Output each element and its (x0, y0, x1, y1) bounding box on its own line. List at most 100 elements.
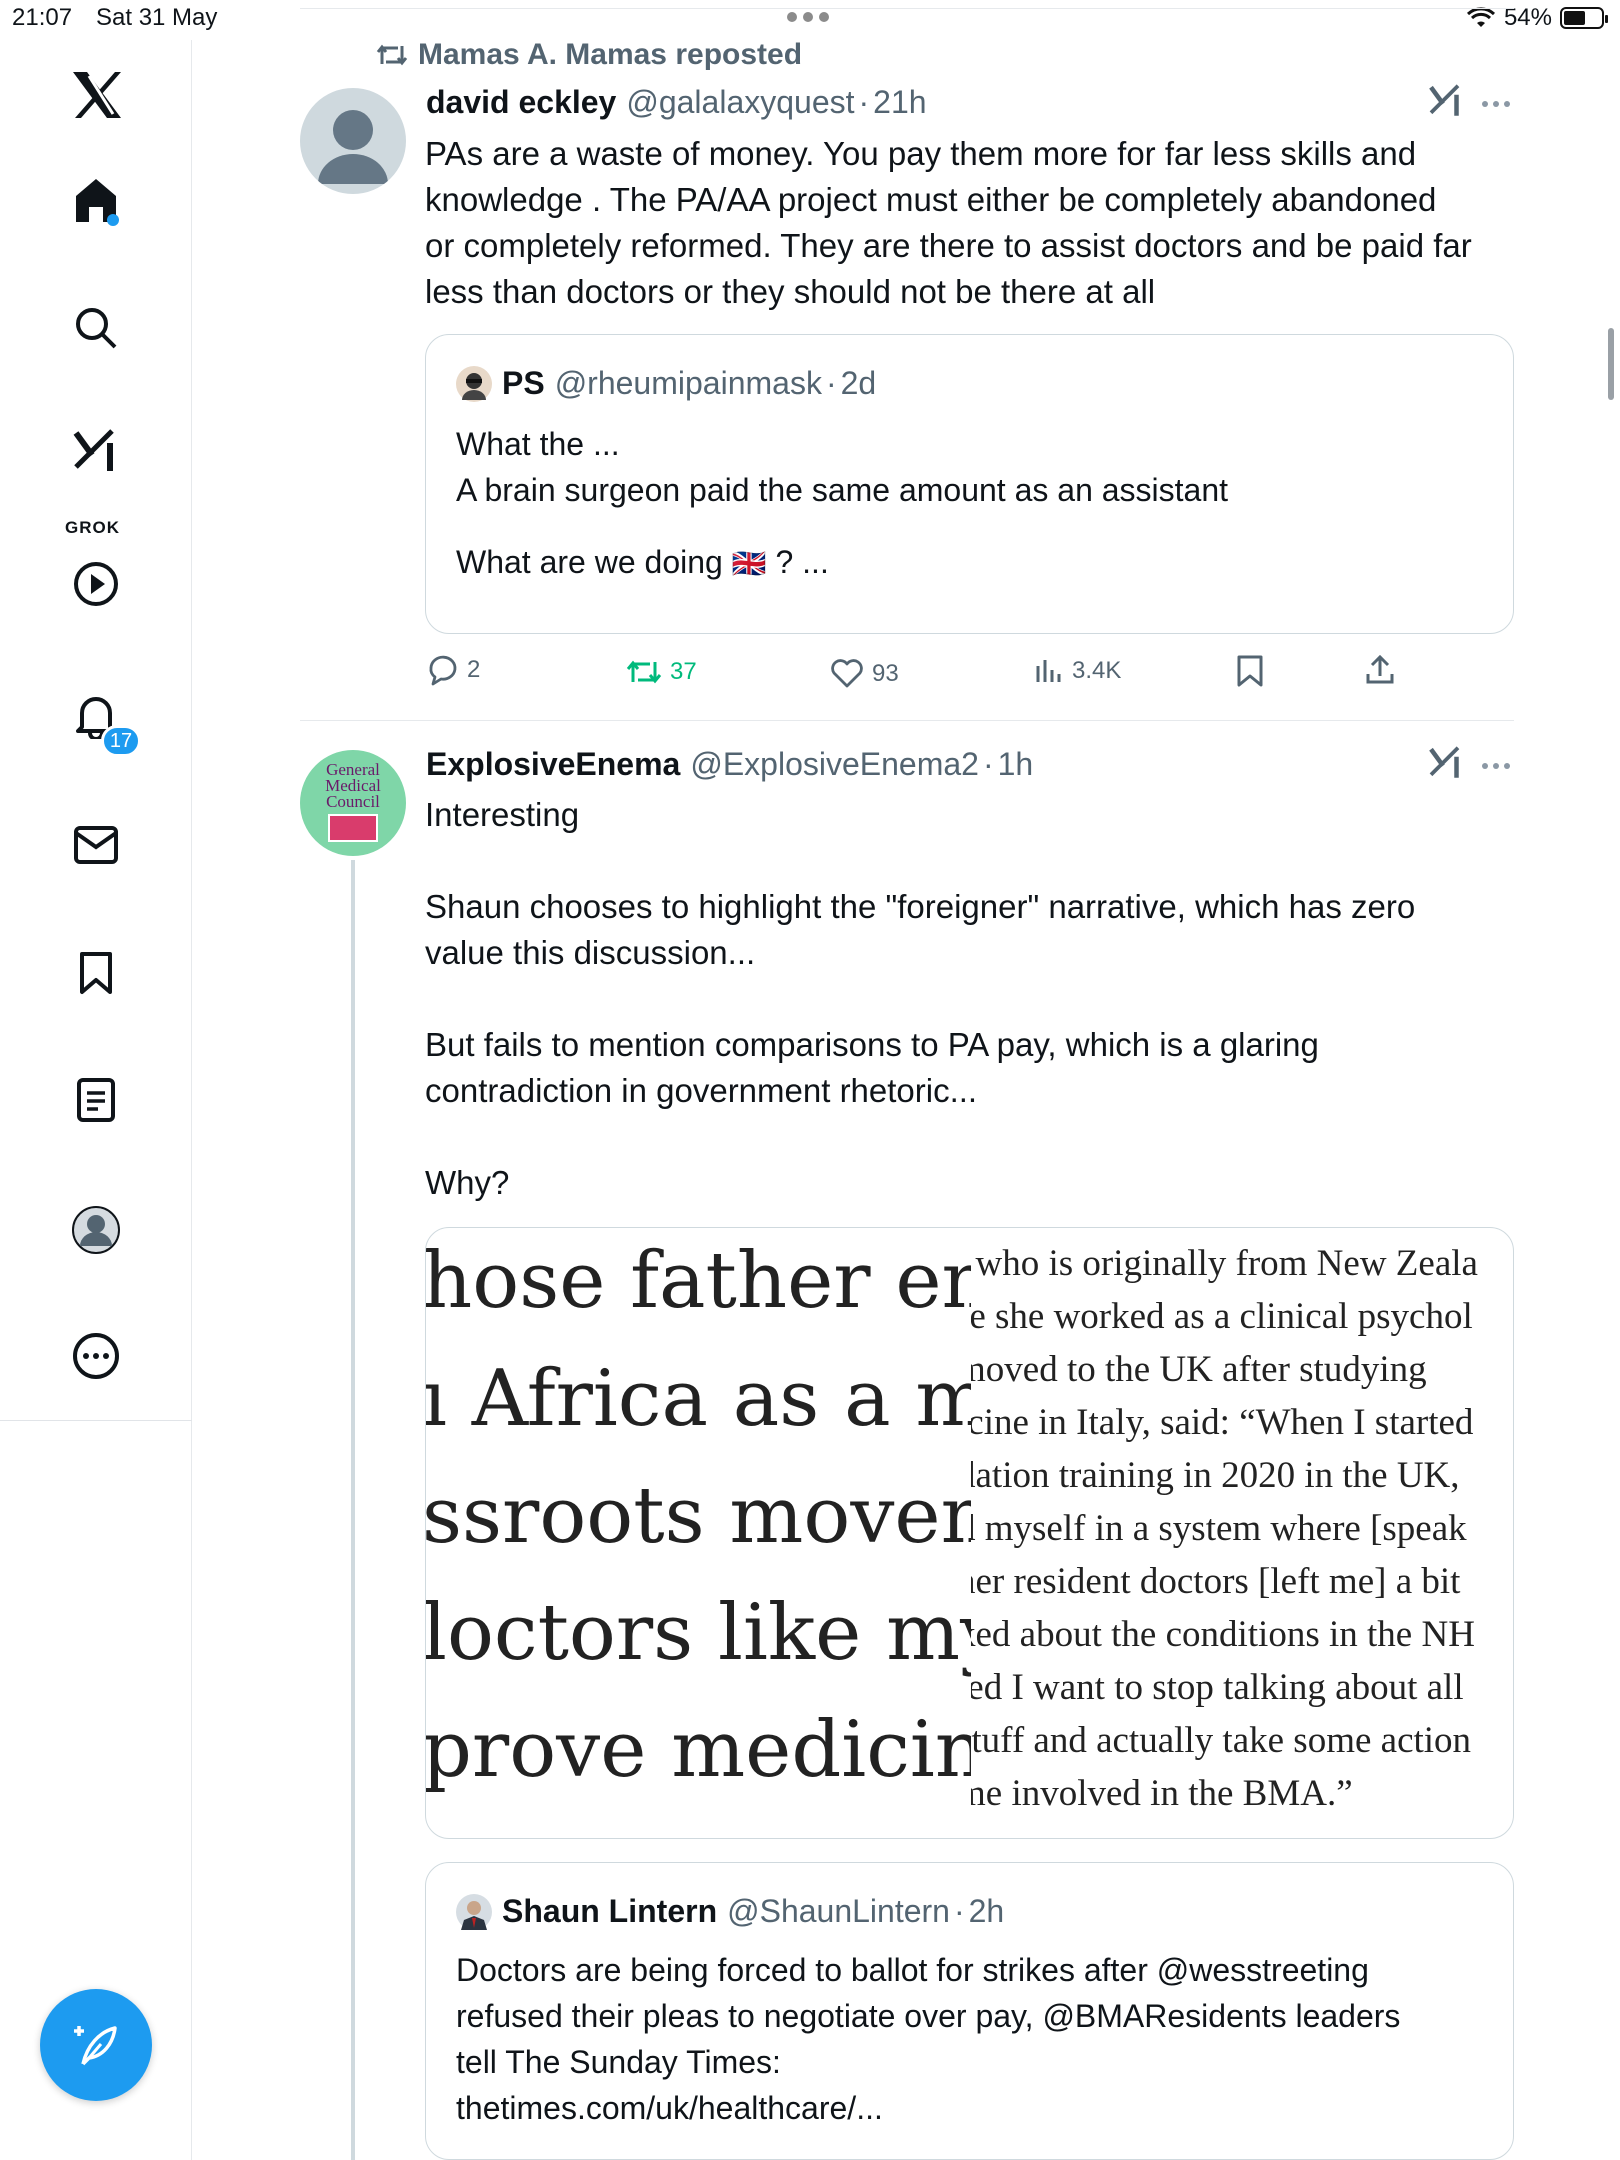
quoted-text-line: A brain surgeon paid the same amount as … (456, 472, 1229, 508)
tweet-time[interactable]: 21h (873, 84, 926, 121)
quoted-tweet-time: 2h (968, 1893, 1005, 1929)
reply-icon (429, 655, 457, 686)
article-small-line: her resident doctors [left me] a bit (971, 1561, 1461, 1602)
more-options-icon[interactable] (70, 1330, 122, 1382)
quoted-tweet-header: PS @rheumipainmask · 2d (456, 365, 876, 402)
share-upload-icon (1366, 654, 1394, 684)
status-date: Sat 31 May (96, 4, 218, 31)
tweet-header: ExplosiveEnema @ExplosiveEnema2 · 1h (426, 746, 1033, 783)
sidebar-divider (0, 1420, 192, 1421)
article-small-line: moved to the UK after studying (971, 1349, 1427, 1390)
quoted-text-line: tell The Sunday Times: (456, 2044, 781, 2080)
quoted-author-name: Shaun Lintern (502, 1893, 718, 1929)
views-button[interactable]: 3.4K (1034, 656, 1121, 686)
quoted-text-line: refused their pleas to negotiate over pa… (456, 1998, 1401, 2034)
profile-avatar-icon[interactable] (70, 1204, 122, 1256)
tweet-time[interactable]: 1h (998, 746, 1034, 783)
tweet-more-icon[interactable] (1482, 101, 1510, 107)
tweet-text: PAs are a waste of money. You pay them m… (425, 131, 1515, 315)
avatar-text-line: Council (326, 792, 380, 811)
video-play-icon[interactable] (72, 560, 120, 608)
author-name[interactable]: ExplosiveEnema (426, 746, 680, 783)
views-chart-icon (1036, 660, 1061, 682)
tweet-text-line: or completely reformed. They are there t… (425, 227, 1472, 264)
article-small-line: ked about the conditions in the NH (971, 1614, 1475, 1655)
repost-indicator[interactable]: Mamas A. Mamas reposted (376, 38, 802, 72)
quoted-tweet-card[interactable]: PS @rheumipainmask · 2d What the ... A b… (425, 334, 1514, 634)
messages-envelope-icon[interactable] (72, 823, 120, 867)
header-separator: · (858, 84, 870, 120)
repost-label: Mamas A. Mamas reposted (418, 38, 803, 71)
article-small-line: re she worked as a clinical psychol (971, 1296, 1473, 1337)
quoted-tweet-text: What the ... A brain surgeon paid the sa… (456, 421, 1486, 587)
attached-article-image[interactable]: hose father emi ı Africa as a me ssroots… (425, 1227, 1514, 1839)
uk-flag-emoji: 🇬🇧 (731, 548, 767, 579)
article-large-line: loctors like mys (426, 1588, 971, 1678)
grok-icon[interactable] (70, 426, 122, 474)
quoted-author-avatar (456, 365, 492, 402)
lists-icon[interactable] (74, 1076, 118, 1124)
quoted-author-avatar (456, 1893, 492, 1930)
share-button[interactable] (1364, 654, 1396, 686)
grok-label: GROK (65, 518, 120, 537)
compose-post-button[interactable] (40, 1989, 152, 2101)
article-small-line: d myself in a system where [speak (971, 1508, 1467, 1549)
quoted-tweet-time: 2d (840, 365, 877, 401)
quoted-text-fragment: What are we doing (456, 544, 723, 580)
tweet-text-line: Why? (425, 1164, 510, 1201)
feed-top-border (300, 8, 1514, 9)
article-large-line: ı Africa as a me (426, 1354, 971, 1444)
notifications-badge: 17 (101, 725, 141, 757)
bookmark-icon[interactable] (76, 948, 116, 998)
search-icon[interactable] (70, 302, 122, 354)
wifi-icon (1466, 7, 1495, 27)
grok-explain-icon[interactable] (1428, 744, 1464, 789)
like-button[interactable]: 93 (830, 659, 899, 689)
reply-count: 2 (467, 656, 481, 683)
quoted-text-line: thetimes.com/uk/healthcare/... (456, 2090, 883, 2126)
author-name[interactable]: david eckley (426, 84, 616, 121)
views-count: 3.4K (1072, 657, 1122, 684)
reply-button[interactable]: 2 (425, 654, 480, 686)
grok-explain-icon[interactable] (1428, 82, 1464, 127)
repost-icon (376, 44, 408, 66)
article-small-line: stuff and actually take some action (971, 1720, 1472, 1761)
tweet-text-line: less than doctors or they should not be … (425, 273, 1156, 310)
quoted-text-fragment: ? ... (775, 544, 829, 580)
compose-feather-icon (74, 2026, 117, 2066)
tweet-text-line: Interesting (425, 796, 580, 833)
repost-button[interactable]: 37 (626, 658, 697, 686)
article-small-line: me involved in the BMA.” (971, 1773, 1353, 1814)
article-small-line: dation training in 2020 in the UK, (971, 1455, 1460, 1496)
quoted-author-handle: @rheumipainmask (554, 365, 822, 401)
quoted-author-handle: @ShaunLintern (727, 1893, 950, 1929)
quoted-header-separator: · (825, 365, 837, 401)
bookmark-action-icon (1237, 655, 1263, 687)
author-handle[interactable]: @ExplosiveEnema2 (690, 746, 979, 783)
tweet-text-line: value this discussion... (425, 934, 756, 971)
tweet-author-avatar[interactable]: General Medical Council (300, 750, 406, 856)
quoted-tweet-text: Doctors are being forced to ballot for s… (456, 1947, 1496, 2131)
quoted-tweet-card[interactable]: Shaun Lintern @ShaunLintern · 2h Doctors… (425, 1862, 1514, 2160)
header-separator: · (982, 746, 994, 782)
article-small-line: , who is originally from New Zeala (971, 1243, 1478, 1284)
tweet-header: david eckley @galalaxyquest · 21h (426, 84, 927, 121)
repost-count: 37 (670, 658, 697, 685)
tweet-more-icon[interactable] (1482, 763, 1510, 769)
tweet-text-line: contradiction in government rhetoric... (425, 1072, 978, 1109)
quoted-text-line: What are we doing 🇬🇧 ? ... (456, 539, 1486, 587)
battery-icon (1560, 7, 1608, 29)
multitasking-dots-icon[interactable] (787, 12, 833, 24)
sidebar-nav: GROK 17 (0, 40, 192, 2160)
article-large-line: ssroots movem (426, 1471, 971, 1561)
tweet-author-avatar[interactable] (300, 88, 406, 194)
author-handle[interactable]: @galalaxyquest (626, 84, 854, 121)
bookmark-button[interactable] (1236, 654, 1264, 688)
scrollbar-thumb[interactable] (1608, 328, 1614, 400)
heart-icon (831, 659, 863, 688)
article-small-line: led I want to stop talking about all (971, 1667, 1464, 1708)
x-logo-icon[interactable] (66, 64, 128, 126)
article-small-text: , who is originally from New Zeala re sh… (971, 1228, 1513, 1838)
tweet-text-line: PAs are a waste of money. You pay them m… (425, 135, 1417, 172)
tweet-divider (300, 720, 1514, 721)
